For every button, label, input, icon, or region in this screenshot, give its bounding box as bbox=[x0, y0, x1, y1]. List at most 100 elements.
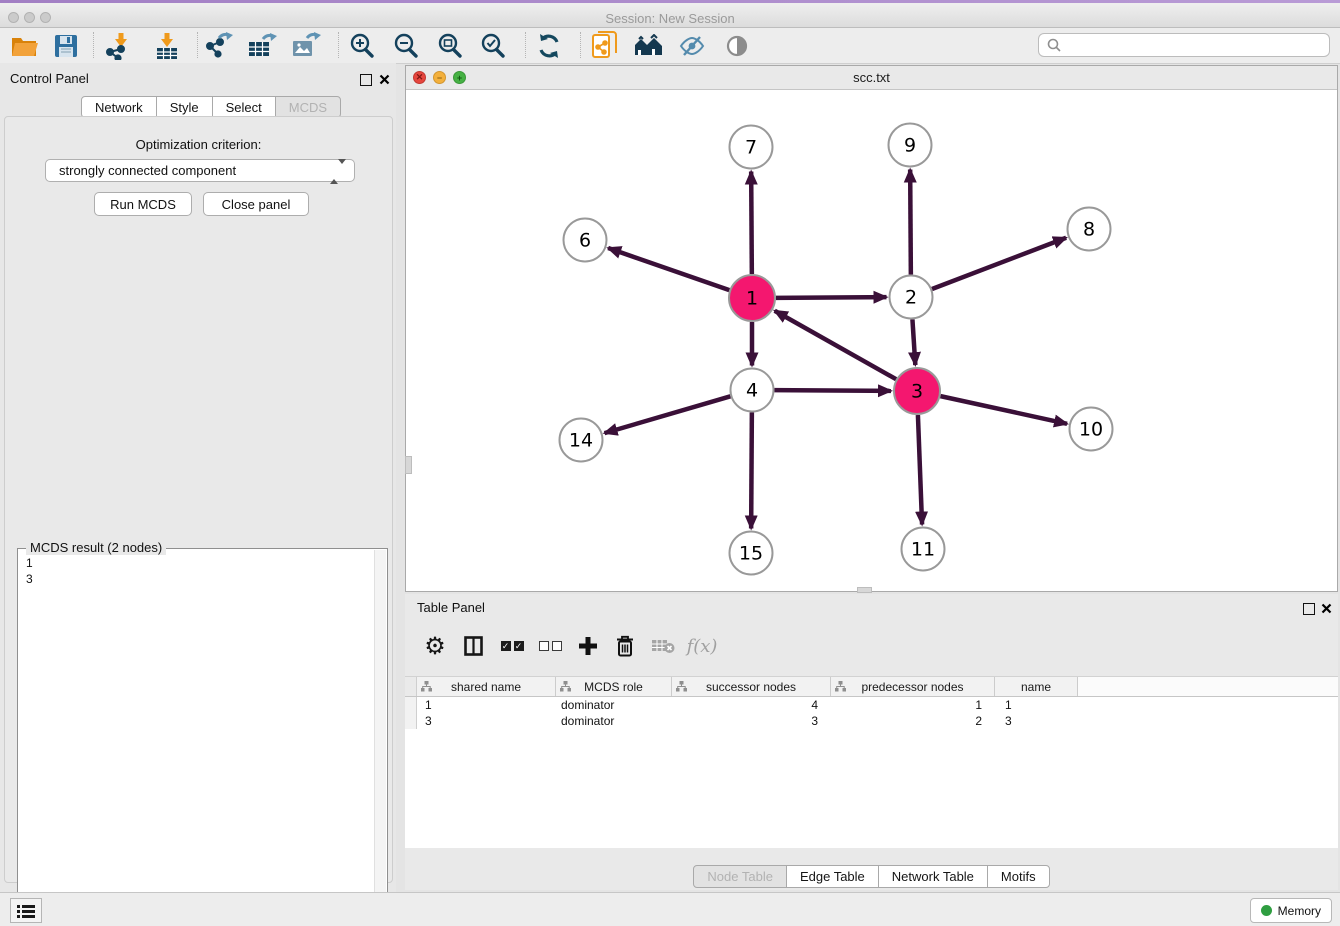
edge-3-1[interactable] bbox=[775, 311, 896, 379]
node-15[interactable]: 15 bbox=[730, 532, 773, 575]
column-edit-icon bbox=[560, 681, 571, 695]
table-row[interactable]: 3dominator323 bbox=[405, 713, 1338, 729]
eye-icon[interactable] bbox=[717, 31, 757, 61]
delete-column-icon[interactable] bbox=[608, 630, 642, 662]
edge-4-3[interactable] bbox=[774, 390, 891, 391]
table-row[interactable]: 1dominator411 bbox=[405, 697, 1338, 713]
node-8[interactable]: 8 bbox=[1068, 208, 1111, 251]
node-6[interactable]: 6 bbox=[564, 219, 607, 262]
close-panel-button[interactable]: Close panel bbox=[203, 192, 309, 216]
home-icon[interactable] bbox=[629, 31, 669, 61]
network-canvas[interactable]: 7 9 6 8 1 2 4 3 14 10 15 11 bbox=[406, 90, 1337, 591]
table-cell[interactable]: 1 bbox=[417, 697, 556, 713]
open-file-icon[interactable] bbox=[4, 31, 44, 61]
add-column-icon[interactable] bbox=[571, 630, 605, 662]
edge-2-8[interactable] bbox=[932, 238, 1066, 289]
table-cell[interactable]: 3 bbox=[995, 713, 1078, 729]
show-columns-icon[interactable] bbox=[456, 630, 490, 662]
edge-3-10[interactable] bbox=[940, 396, 1067, 424]
node-11[interactable]: 11 bbox=[902, 528, 945, 571]
table-cell[interactable]: 4 bbox=[672, 697, 831, 713]
export-table-icon[interactable] bbox=[242, 31, 282, 61]
mcds-result-title: MCDS result (2 nodes) bbox=[26, 540, 166, 555]
import-table-icon[interactable] bbox=[147, 31, 187, 61]
zoom-in-icon[interactable] bbox=[342, 31, 382, 61]
table-cell[interactable]: dominator bbox=[556, 713, 672, 729]
tab-edge-table[interactable]: Edge Table bbox=[786, 865, 879, 888]
network-from-file-icon[interactable] bbox=[585, 31, 625, 61]
row-header-strip bbox=[405, 713, 417, 729]
table-cell[interactable]: 3 bbox=[672, 713, 831, 729]
control-tabs: NetworkStyleSelectMCDS bbox=[81, 96, 341, 118]
table-cell[interactable]: 1 bbox=[831, 697, 995, 713]
node-2[interactable]: 2 bbox=[890, 276, 933, 319]
unselect-all-icon[interactable] bbox=[533, 630, 567, 662]
column-header-predecessor-nodes[interactable]: predecessor nodes bbox=[831, 677, 995, 696]
node-4[interactable]: 4 bbox=[731, 369, 774, 412]
svg-text:14: 14 bbox=[569, 430, 593, 452]
tab-node-table[interactable]: Node Table bbox=[693, 865, 787, 888]
task-history-button[interactable] bbox=[10, 898, 42, 923]
svg-text:10: 10 bbox=[1079, 419, 1103, 441]
vertical-scrollbar-notch[interactable] bbox=[405, 456, 412, 474]
column-header-shared-name[interactable]: shared name bbox=[417, 677, 556, 696]
float-table-panel-icon[interactable] bbox=[1303, 602, 1315, 620]
edge-2-3[interactable] bbox=[912, 319, 915, 365]
node-9[interactable]: 9 bbox=[889, 124, 932, 167]
tab-mcds[interactable]: MCDS bbox=[275, 96, 341, 118]
export-network-icon[interactable] bbox=[199, 31, 239, 61]
select-all-icon[interactable]: ✓✓ bbox=[495, 630, 529, 662]
criterion-select[interactable]: strongly connected component bbox=[45, 159, 355, 182]
node-10[interactable]: 10 bbox=[1070, 408, 1113, 451]
tab-select[interactable]: Select bbox=[212, 96, 276, 118]
edge-4-15[interactable] bbox=[751, 412, 752, 528]
close-panel-icon[interactable] bbox=[379, 72, 390, 90]
tab-motifs[interactable]: Motifs bbox=[987, 865, 1050, 888]
node-14[interactable]: 14 bbox=[560, 419, 603, 462]
edge-1-6[interactable] bbox=[608, 248, 729, 290]
control-panel-title: Control Panel bbox=[10, 71, 89, 86]
table-panel: Table Panel ⚙ ✓✓ f(x) shared nameMCDS ro… bbox=[405, 594, 1338, 890]
node-1[interactable]: 1 bbox=[729, 275, 775, 321]
memory-button[interactable]: Memory bbox=[1250, 898, 1332, 923]
tab-network[interactable]: Network bbox=[81, 96, 157, 118]
table-settings-icon[interactable]: ⚙ bbox=[418, 630, 452, 662]
svg-text:4: 4 bbox=[746, 380, 758, 402]
run-mcds-button[interactable]: Run MCDS bbox=[94, 192, 192, 216]
edge-4-14[interactable] bbox=[605, 396, 731, 433]
search-box[interactable] bbox=[1038, 33, 1330, 57]
edge-3-11[interactable] bbox=[918, 415, 922, 525]
save-session-icon[interactable] bbox=[46, 31, 86, 61]
column-header-successor-nodes[interactable]: successor nodes bbox=[672, 677, 831, 696]
import-network-icon[interactable] bbox=[99, 31, 139, 61]
edge-2-9[interactable] bbox=[910, 169, 911, 274]
table-cell[interactable]: dominator bbox=[556, 697, 672, 713]
tab-network-table[interactable]: Network Table bbox=[878, 865, 988, 888]
result-scrollbar[interactable] bbox=[374, 550, 386, 918]
node-3[interactable]: 3 bbox=[894, 368, 940, 414]
edge-1-7[interactable] bbox=[751, 171, 752, 274]
column-header-name[interactable]: name bbox=[995, 677, 1078, 696]
eye-slash-icon[interactable] bbox=[672, 31, 712, 61]
float-panel-icon[interactable] bbox=[360, 73, 372, 91]
horizontal-scrollbar-notch[interactable] bbox=[857, 587, 872, 593]
refresh-view-icon[interactable] bbox=[529, 31, 569, 61]
zoom-out-icon[interactable] bbox=[386, 31, 426, 61]
toolbar-separator bbox=[197, 32, 198, 58]
table-body: 1dominator4113dominator323 bbox=[405, 697, 1338, 848]
table-cell[interactable]: 2 bbox=[831, 713, 995, 729]
zoom-selected-icon[interactable] bbox=[473, 31, 513, 61]
column-header-mcds-role[interactable]: MCDS role bbox=[556, 677, 672, 696]
zoom-fit-icon[interactable] bbox=[430, 31, 470, 61]
export-image-icon[interactable] bbox=[286, 31, 326, 61]
close-table-panel-icon[interactable] bbox=[1321, 601, 1332, 619]
search-input[interactable] bbox=[1065, 35, 1329, 55]
table-cell[interactable]: 1 bbox=[995, 697, 1078, 713]
table-cell[interactable]: 3 bbox=[417, 713, 556, 729]
column-edit-icon bbox=[421, 681, 432, 695]
edge-1-2[interactable] bbox=[776, 297, 887, 298]
node-7[interactable]: 7 bbox=[730, 126, 773, 169]
mcds-result-group: MCDS result (2 nodes) 1 3 bbox=[17, 548, 388, 922]
tab-style[interactable]: Style bbox=[156, 96, 213, 118]
toolbar-separator bbox=[525, 32, 526, 58]
